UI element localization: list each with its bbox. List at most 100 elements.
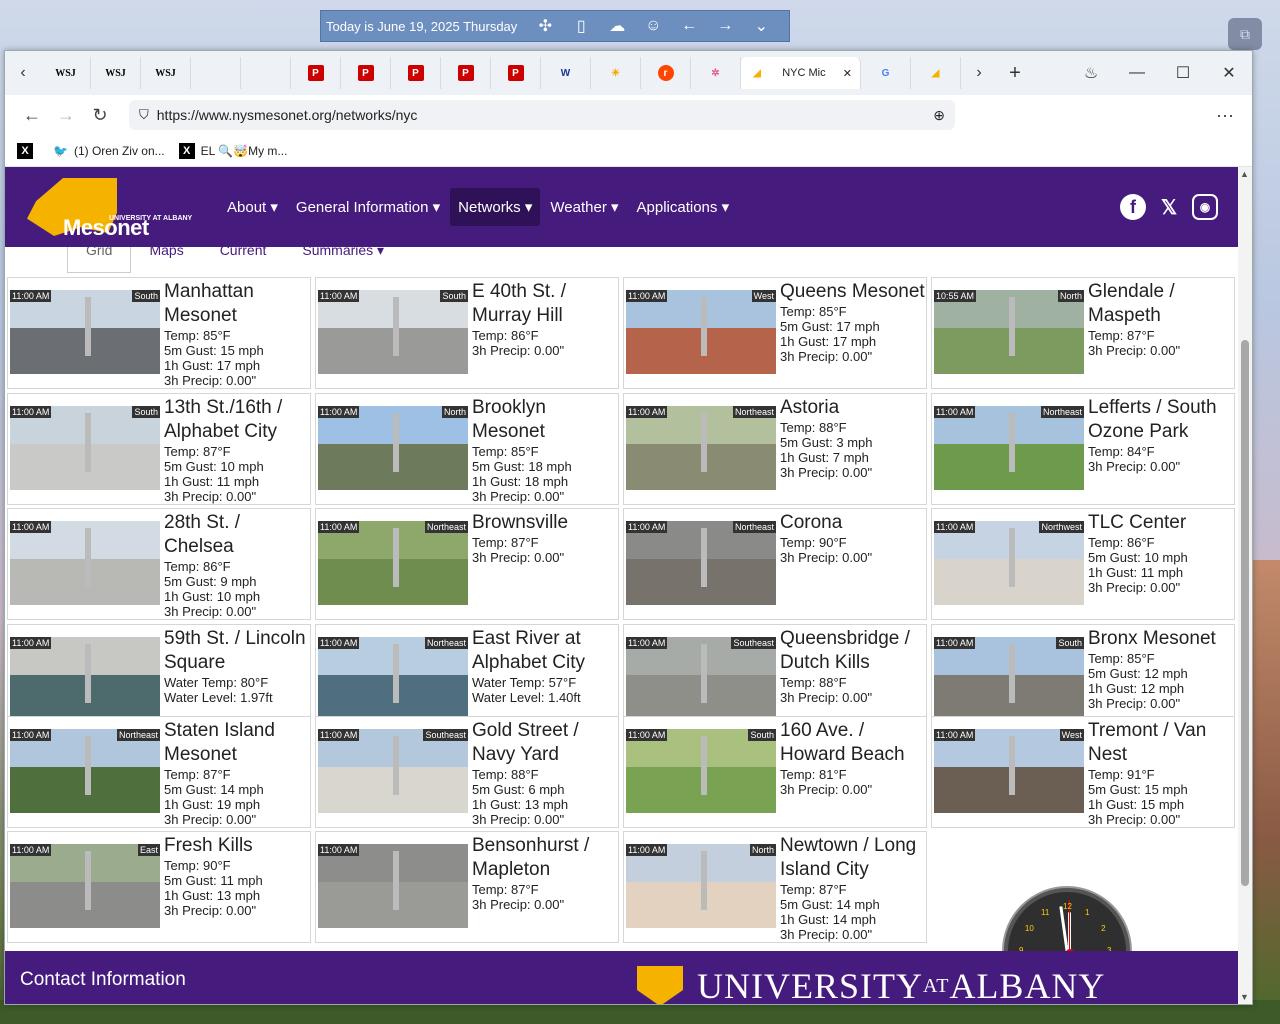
tab-11[interactable]: ☀ — [591, 57, 641, 89]
new-tab-icon[interactable]: + — [997, 62, 1033, 85]
station-card[interactable]: 11:00 AM Northeast Lefferts / South Ozone … — [931, 393, 1235, 505]
tab-12[interactable]: r — [641, 57, 691, 89]
station-camera-image[interactable]: 11:00 AM East — [10, 844, 160, 928]
scroll-down-icon[interactable]: ▼ — [1240, 992, 1249, 1002]
puzzle-icon[interactable]: ✣ — [527, 16, 563, 36]
station-name[interactable]: Queens Mesonet — [780, 280, 926, 304]
station-camera-image[interactable]: 11:00 AM West — [934, 729, 1084, 813]
station-card[interactable]: 11:00 AM South 160 Ave. / Howard Beach Temp… — [623, 716, 927, 828]
station-camera-image[interactable]: 11:00 AM North — [626, 844, 776, 928]
tab-2[interactable]: WSJ — [141, 57, 191, 89]
station-name[interactable]: 59th St. / Lincoln Square — [164, 627, 310, 675]
station-name[interactable]: Lefferts / South Ozone Park — [1088, 396, 1234, 444]
station-card[interactable]: 11:00 AM 28th St. / Chelsea Temp: 86°F 5m G… — [7, 508, 311, 620]
station-card[interactable]: 11:00 AM Northeast Staten Island Mesonet Te… — [7, 716, 311, 828]
station-camera-image[interactable]: 11:00 AM Northeast — [626, 406, 776, 490]
station-name[interactable]: Tremont / Van Nest — [1088, 719, 1234, 767]
station-card[interactable]: 11:00 AM South Manhattan Mesonet Temp: 85°F… — [7, 277, 311, 389]
station-name[interactable]: Brooklyn Mesonet — [472, 396, 618, 444]
desktop-widget-button[interactable]: ⧉ — [1228, 18, 1262, 50]
menu-networks[interactable]: Networks ▾ — [450, 188, 541, 226]
station-card[interactable]: 11:00 AM Northwest TLC Center Temp: 86°F 5m … — [931, 508, 1235, 620]
tab-9[interactable]: P — [491, 57, 541, 89]
tab-5[interactable]: P — [291, 57, 341, 89]
tab-10[interactable]: W — [541, 57, 591, 89]
subtab-grid[interactable]: Grid — [67, 247, 132, 273]
station-camera-image[interactable]: 11:00 AM South — [934, 637, 1084, 721]
station-card[interactable]: 10:55 AM North Glendale / Maspeth Temp: 87°… — [931, 277, 1235, 389]
station-card[interactable]: 11:00 AM North Newtown / Long Island City T… — [623, 831, 927, 943]
station-name[interactable]: 13th St./16th / Alphabet City — [164, 396, 310, 444]
ualbany-logo[interactable]: UNIVERSITY AT ALBANY — [637, 965, 1105, 1004]
tab-scroll-right-icon[interactable]: › — [961, 64, 997, 82]
minimize-icon[interactable]: — — [1114, 64, 1160, 82]
station-camera-image[interactable]: 11:00 AM Northeast — [934, 406, 1084, 490]
menu-general-information[interactable]: General Information ▾ — [288, 188, 448, 226]
subtab-summaries[interactable]: Summaries ▾ — [284, 247, 402, 273]
station-camera-image[interactable]: 11:00 AM — [10, 521, 160, 605]
person-icon[interactable]: ☺ — [635, 17, 671, 35]
station-card[interactable]: 11:00 AM North Brooklyn Mesonet Temp: 85°F 5… — [315, 393, 619, 505]
station-camera-image[interactable]: 11:00 AM Northwest — [934, 521, 1084, 605]
x-icon[interactable]: 𝕏 — [1156, 194, 1182, 220]
station-name[interactable]: Newtown / Long Island City — [780, 834, 926, 882]
favorite-el[interactable]: X EL 🔍🤯My m... — [178, 142, 287, 159]
menu-about[interactable]: About ▾ — [219, 188, 286, 226]
menu-applications[interactable]: Applications ▾ — [629, 188, 738, 226]
arrow-right-icon[interactable]: → — [707, 17, 743, 35]
scroll-up-icon[interactable]: ▲ — [1240, 169, 1249, 179]
phone-icon[interactable]: ▯ — [563, 16, 599, 36]
station-name[interactable]: 160 Ave. / Howard Beach — [780, 719, 926, 767]
station-name[interactable]: TLC Center — [1088, 511, 1234, 535]
back-icon[interactable]: ← — [15, 105, 49, 126]
shield-icon[interactable]: ⛉ — [139, 107, 149, 123]
more-menu-icon[interactable]: ··· — [1216, 105, 1234, 126]
tab-active[interactable]: ◢ NYC Mic ✕ — [741, 57, 861, 89]
station-card[interactable]: 11:00 AM South E 40th St. / Murray Hill Tem… — [315, 277, 619, 389]
tab-1[interactable]: WSJ — [91, 57, 141, 89]
favorite-oren-ziv[interactable]: 🐦 (1) Oren Ziv on... — [53, 144, 165, 158]
station-name[interactable]: Glendale / Maspeth — [1088, 280, 1234, 328]
arrow-left-icon[interactable]: ← — [671, 17, 707, 35]
tab-4[interactable] — [241, 57, 291, 89]
station-camera-image[interactable]: 11:00 AM North — [318, 406, 468, 490]
scrollbar-thumb[interactable] — [1241, 340, 1249, 886]
tab-scroll-left-icon[interactable]: ‹ — [5, 64, 41, 82]
station-card[interactable]: 11:00 AM Southeast Gold Street / Navy Yard… — [315, 716, 619, 828]
forward-icon[interactable]: → — [49, 105, 83, 126]
station-camera-image[interactable]: 11:00 AM South — [318, 290, 468, 374]
favorite-x[interactable]: X — [17, 142, 39, 159]
station-camera-image[interactable]: 10:55 AM North — [934, 290, 1084, 374]
station-card[interactable]: 11:00 AM West Queens Mesonet Temp: 85°F 5m G… — [623, 277, 927, 389]
tab-0[interactable]: WSJ — [41, 57, 91, 89]
station-camera-image[interactable]: 11:00 AM Northeast — [626, 521, 776, 605]
cloud-icon[interactable]: ☁ — [599, 16, 635, 36]
close-window-icon[interactable]: ✕ — [1206, 63, 1252, 83]
facebook-icon[interactable]: f — [1120, 194, 1146, 220]
page-scrollbar[interactable]: ▲ ▼ — [1238, 167, 1252, 1004]
station-camera-image[interactable]: 11:00 AM — [10, 637, 160, 721]
station-card[interactable]: 11:00 AM Northeast Corona Temp: 90°F 3h Prec… — [623, 508, 927, 620]
station-card[interactable]: 11:00 AM Northeast Astoria Temp: 88°F 5m Gus… — [623, 393, 927, 505]
tab-after-0[interactable]: G — [861, 57, 911, 89]
station-camera-image[interactable]: 11:00 AM South — [10, 290, 160, 374]
menu-weather[interactable]: Weather ▾ — [542, 188, 626, 226]
station-camera-image[interactable]: 11:00 AM Southeast — [626, 637, 776, 721]
close-tab-icon[interactable]: ✕ — [843, 67, 852, 80]
tab-13[interactable]: ✲ — [691, 57, 741, 89]
chevron-down-icon[interactable]: ⌄ — [743, 16, 779, 36]
nys-mesonet-logo[interactable]: NYS Mesonet UNIVERSITY AT ALBANY — [27, 172, 197, 242]
station-name[interactable]: Bensonhurst / Mapleton — [472, 834, 618, 882]
address-bar[interactable]: ⛉ https://www.nysmesonet.org/networks/ny… — [129, 100, 955, 130]
station-name[interactable]: Brownsville — [472, 511, 618, 535]
instagram-icon[interactable]: ◉ — [1192, 194, 1218, 220]
station-name[interactable]: Manhattan Mesonet — [164, 280, 310, 328]
station-camera-image[interactable]: 11:00 AM West — [626, 290, 776, 374]
station-name[interactable]: Bronx Mesonet — [1088, 627, 1234, 651]
tab-7[interactable]: P — [391, 57, 441, 89]
station-camera-image[interactable]: 11:00 AM — [318, 844, 468, 928]
station-name[interactable]: 28th St. / Chelsea — [164, 511, 310, 559]
station-name[interactable]: Astoria — [780, 396, 926, 420]
station-camera-image[interactable]: 11:00 AM Northeast — [318, 637, 468, 721]
maximize-icon[interactable]: ☐ — [1160, 63, 1206, 83]
